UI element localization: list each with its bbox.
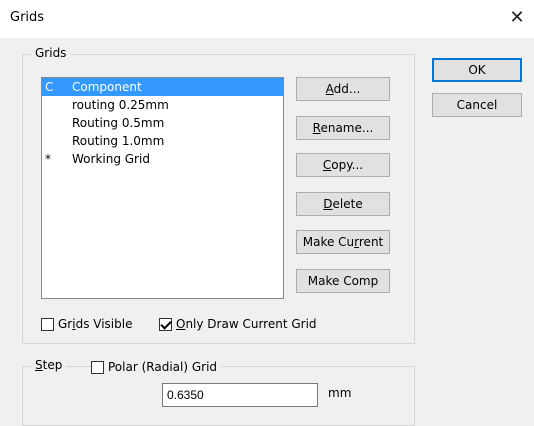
window-title: Grids [10,10,45,25]
make-comp-button[interactable]: Make Comp [296,269,390,293]
grid-name: routing 0.25mm [72,98,169,112]
grid-list-item-working-grid[interactable]: * Working Grid [42,150,283,168]
delete-button[interactable]: Delete [296,192,390,216]
ok-button[interactable]: OK [432,58,522,82]
grids-group-label: Grids [31,46,71,60]
close-icon[interactable]: ✕ [506,7,528,29]
step-unit-label: mm [328,386,352,400]
polar-radial-grid-box [91,360,104,374]
grid-name: Working Grid [72,152,150,166]
grid-name: Component [72,80,142,94]
grid-list-item-component[interactable]: C Component [42,78,283,96]
grid-name: Routing 0.5mm [72,116,165,130]
step-group-label: Step [31,358,67,372]
make-current-button[interactable]: Make Current [296,230,390,254]
grid-list-item-routing-10[interactable]: Routing 1.0mm [42,132,283,150]
grid-list[interactable]: C Component routing 0.25mm Routing 0.5mm… [41,77,284,299]
cancel-button[interactable]: Cancel [432,93,522,117]
add-button[interactable]: Add... [296,77,390,101]
grid-mark: C [45,80,54,94]
only-draw-current-grid-checkbox[interactable]: Only Draw Current Grid [159,315,317,333]
grid-mark: * [45,152,51,166]
step-value-input[interactable] [162,383,318,407]
grids-visible-checkbox[interactable]: Gr i ds Visible [41,315,132,333]
copy-button[interactable]: Copy... [296,153,390,177]
grids-visible-box [41,317,54,331]
polar-radial-grid-checkbox[interactable]: Polar (Radial) Grid [91,358,222,376]
only-draw-current-grid-box [159,317,172,331]
grid-name: Routing 1.0mm [72,134,165,148]
title-bar: Grids ✕ [0,0,534,38]
rename-button[interactable]: Rename... [296,116,390,140]
grid-list-item-routing-025[interactable]: routing 0.25mm [42,96,283,114]
grid-list-item-routing-05[interactable]: Routing 0.5mm [42,114,283,132]
